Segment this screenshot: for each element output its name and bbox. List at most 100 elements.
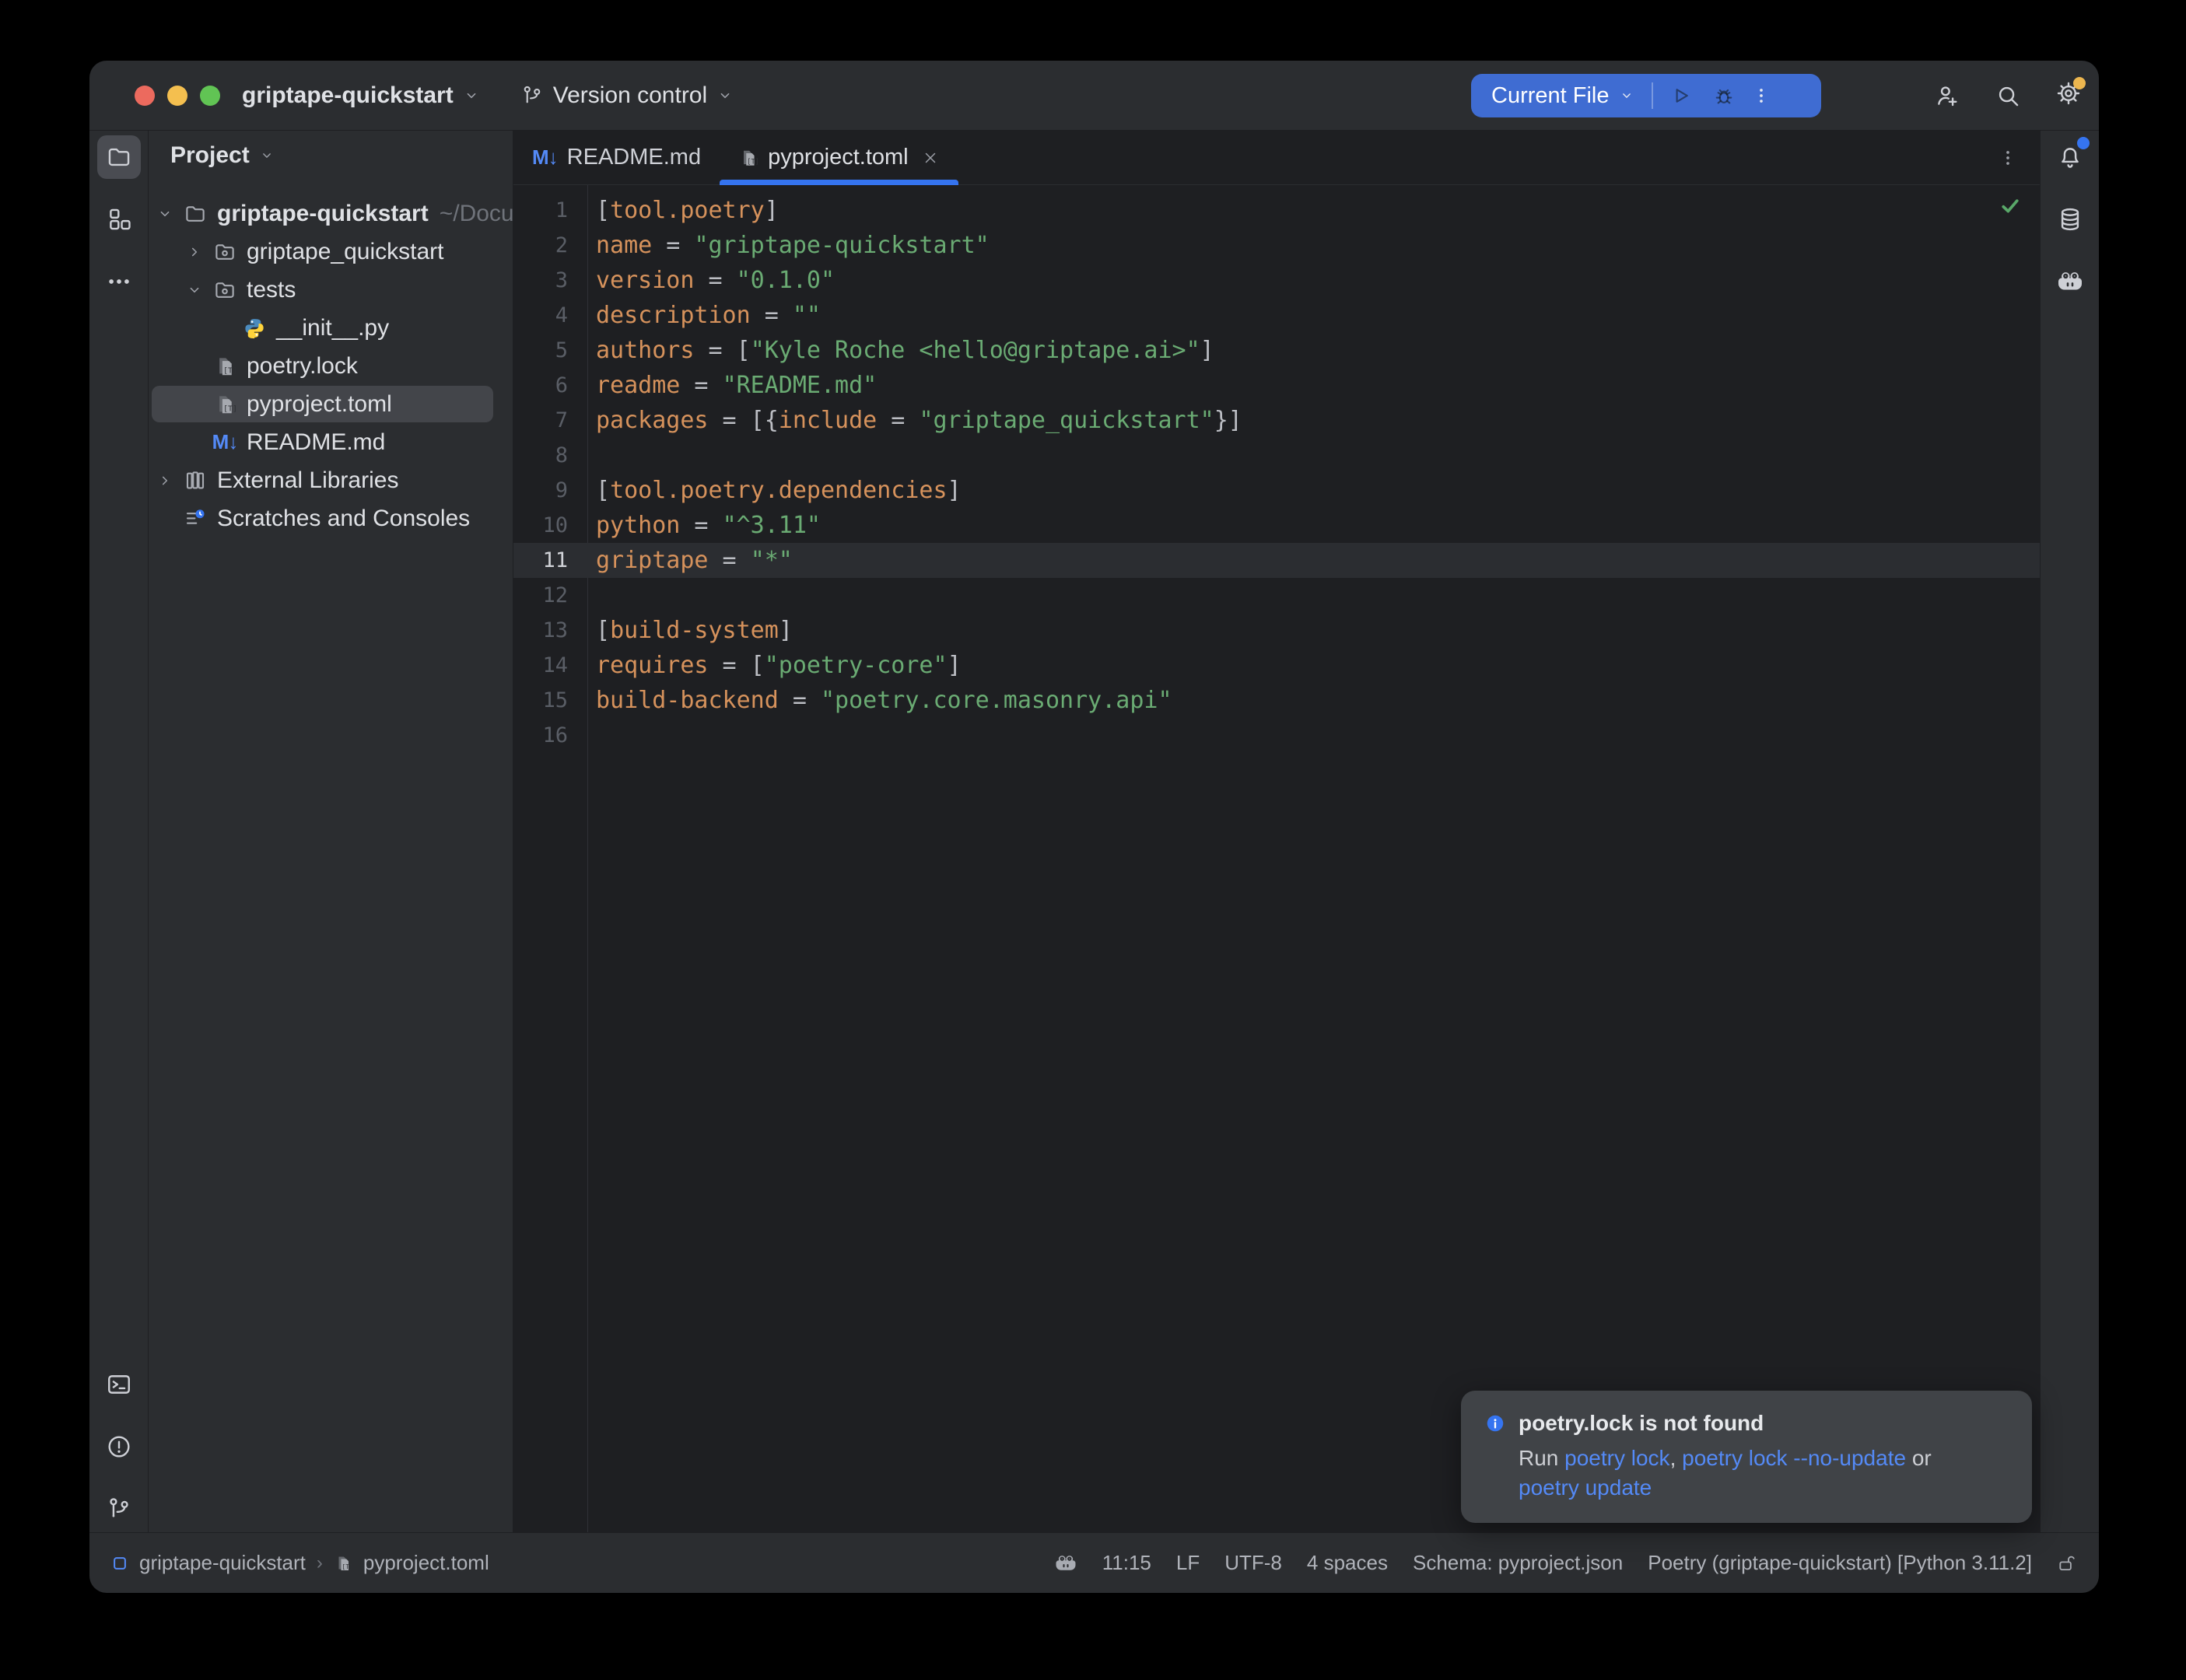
breadcrumb-file[interactable]: pyproject.toml bbox=[363, 1551, 489, 1575]
line-number[interactable]: 5 bbox=[513, 333, 568, 368]
tab-options-button[interactable] bbox=[1998, 148, 2018, 168]
status-item[interactable]: 11:15 bbox=[1102, 1551, 1151, 1575]
line-number[interactable]: 12 bbox=[513, 578, 568, 613]
line-number[interactable]: 16 bbox=[513, 718, 568, 753]
code-line-4[interactable]: 4description = "" bbox=[513, 298, 2040, 333]
line-number[interactable]: 13 bbox=[513, 613, 568, 648]
status-item[interactable]: Schema: pyproject.json bbox=[1413, 1551, 1623, 1575]
chevron-right-icon[interactable] bbox=[153, 472, 177, 489]
minimize-window-button[interactable] bbox=[167, 86, 187, 106]
line-number[interactable]: 15 bbox=[513, 683, 568, 718]
version-control-tool-button[interactable] bbox=[97, 1487, 141, 1531]
close-window-button[interactable] bbox=[135, 86, 155, 106]
project-switcher[interactable]: griptape-quickstart bbox=[242, 82, 480, 109]
chevron-down-icon[interactable] bbox=[153, 205, 177, 222]
tree-item-readme-md[interactable]: M↓README.md bbox=[149, 423, 513, 461]
line-number[interactable]: 4 bbox=[513, 298, 568, 333]
ai-assistant-tool-button[interactable] bbox=[2048, 260, 2092, 303]
status-item[interactable]: 4 spaces bbox=[1307, 1551, 1388, 1575]
tree-item-external-libraries[interactable]: External Libraries bbox=[149, 461, 513, 499]
notification-balloon: poetry.lock is not found Run poetry lock… bbox=[1461, 1391, 2032, 1523]
structure-tool-button[interactable] bbox=[97, 198, 141, 241]
line-number[interactable]: 1 bbox=[513, 193, 568, 228]
line-number[interactable]: 8 bbox=[513, 438, 568, 473]
line-number[interactable]: 3 bbox=[513, 263, 568, 298]
search-everywhere-button[interactable] bbox=[1995, 82, 2021, 109]
line-number[interactable]: 14 bbox=[513, 648, 568, 683]
toml-icon: [T] bbox=[212, 354, 237, 379]
notification-text: , bbox=[1670, 1446, 1683, 1470]
code-line-15[interactable]: 15build-backend = "poetry.core.masonry.a… bbox=[513, 683, 2040, 718]
project-panel-header[interactable]: Project bbox=[149, 131, 513, 180]
settings-button[interactable] bbox=[2055, 80, 2082, 110]
toml-icon: [T] bbox=[212, 392, 237, 417]
more-tools-button[interactable] bbox=[97, 260, 141, 303]
code-line-13[interactable]: 13[build-system] bbox=[513, 613, 2040, 648]
code-line-10[interactable]: 10python = "^3.11" bbox=[513, 508, 2040, 543]
vcs-widget[interactable]: Version control bbox=[520, 82, 734, 109]
more-run-options-button[interactable] bbox=[1751, 86, 1771, 106]
copilot-icon[interactable] bbox=[1054, 1552, 1077, 1575]
code-line-14[interactable]: 14requires = ["poetry-core"] bbox=[513, 648, 2040, 683]
code-with-me-button[interactable] bbox=[1934, 82, 1960, 109]
notification-action-link[interactable]: poetry update bbox=[1519, 1475, 1652, 1500]
chevron-down-icon[interactable] bbox=[183, 282, 206, 299]
code-line-7[interactable]: 7packages = [{include = "griptape_quicks… bbox=[513, 403, 2040, 438]
notifications-tool-button[interactable] bbox=[2048, 135, 2092, 179]
library-icon bbox=[183, 468, 208, 493]
notification-action-link[interactable]: poetry lock bbox=[1564, 1446, 1669, 1470]
tree-item-griptape-quickstart[interactable]: griptape-quickstart~/Docume bbox=[149, 194, 513, 233]
tree-item-griptape-quickstart[interactable]: griptape_quickstart bbox=[149, 233, 513, 271]
tab-pyproject-toml[interactable]: [T]pyproject.toml bbox=[720, 131, 958, 184]
module-folder-icon bbox=[212, 278, 237, 303]
close-tab-icon[interactable] bbox=[921, 149, 940, 167]
code-line-9[interactable]: 9[tool.poetry.dependencies] bbox=[513, 473, 2040, 508]
tree-item-label: __init__.py bbox=[276, 315, 389, 341]
project-panel: Project griptape-quickstart~/Documegript… bbox=[149, 131, 513, 1532]
code-line-3[interactable]: 3version = "0.1.0" bbox=[513, 263, 2040, 298]
breadcrumb-project[interactable]: griptape-quickstart bbox=[139, 1551, 306, 1575]
code-line-6[interactable]: 6 readme = "README.md" bbox=[513, 368, 2040, 403]
titlebar-actions bbox=[1934, 61, 2082, 130]
line-number[interactable]: 6 bbox=[513, 368, 568, 403]
debug-button[interactable] bbox=[1712, 84, 1736, 107]
tab-readme-md[interactable]: M↓README.md bbox=[513, 131, 720, 184]
code-line-8[interactable]: 8 bbox=[513, 438, 2040, 473]
project-tree: griptape-quickstart~/Documegriptape_quic… bbox=[149, 180, 513, 537]
code-text: readme = "README.md" bbox=[596, 368, 877, 403]
tree-item--init-py[interactable]: __init__.py bbox=[149, 309, 513, 347]
chevron-down-icon bbox=[716, 87, 734, 104]
run-config-selector[interactable]: Current File bbox=[1491, 83, 1610, 109]
tree-item-tests[interactable]: tests bbox=[149, 271, 513, 309]
code-line-11[interactable]: 11griptape = "*" bbox=[513, 543, 2040, 578]
code-editor[interactable]: 1[tool.poetry]2name = "griptape-quicksta… bbox=[513, 185, 2040, 1532]
status-item[interactable]: Poetry (griptape-quickstart) [Python 3.1… bbox=[1648, 1551, 2032, 1575]
code-line-12[interactable]: 12 bbox=[513, 578, 2040, 613]
project-tool-button[interactable] bbox=[97, 135, 141, 179]
status-item[interactable]: UTF-8 bbox=[1224, 1551, 1282, 1575]
tree-item-scratches-and-consoles[interactable]: Scratches and Consoles bbox=[149, 499, 513, 537]
run-button[interactable] bbox=[1669, 84, 1692, 107]
unlock-icon[interactable] bbox=[2057, 1553, 2077, 1573]
notification-action-link[interactable]: poetry lock --no-update bbox=[1682, 1446, 1906, 1470]
line-number[interactable]: 11 bbox=[513, 543, 568, 578]
chevron-down-icon[interactable] bbox=[1619, 88, 1634, 103]
line-number[interactable]: 10 bbox=[513, 508, 568, 543]
zoom-window-button[interactable] bbox=[200, 86, 220, 106]
notification-text: or bbox=[1906, 1446, 1932, 1470]
line-number[interactable]: 7 bbox=[513, 403, 568, 438]
database-tool-button[interactable] bbox=[2048, 198, 2092, 241]
notification-badge bbox=[2077, 137, 2090, 149]
code-line-2[interactable]: 2name = "griptape-quickstart" bbox=[513, 228, 2040, 263]
tree-item-poetry-lock[interactable]: [T]poetry.lock bbox=[149, 347, 513, 385]
terminal-tool-button[interactable] bbox=[97, 1363, 141, 1406]
line-number[interactable]: 9 bbox=[513, 473, 568, 508]
status-item[interactable]: LF bbox=[1176, 1551, 1200, 1575]
line-number[interactable]: 2 bbox=[513, 228, 568, 263]
code-line-1[interactable]: 1[tool.poetry] bbox=[513, 193, 2040, 228]
problems-tool-button[interactable] bbox=[97, 1425, 141, 1468]
code-line-5[interactable]: 5authors = ["Kyle Roche <hello@griptape.… bbox=[513, 333, 2040, 368]
code-line-16[interactable]: 16 bbox=[513, 718, 2040, 753]
tree-item-pyproject-toml[interactable]: [T]pyproject.toml bbox=[149, 385, 513, 423]
chevron-right-icon[interactable] bbox=[183, 243, 206, 261]
